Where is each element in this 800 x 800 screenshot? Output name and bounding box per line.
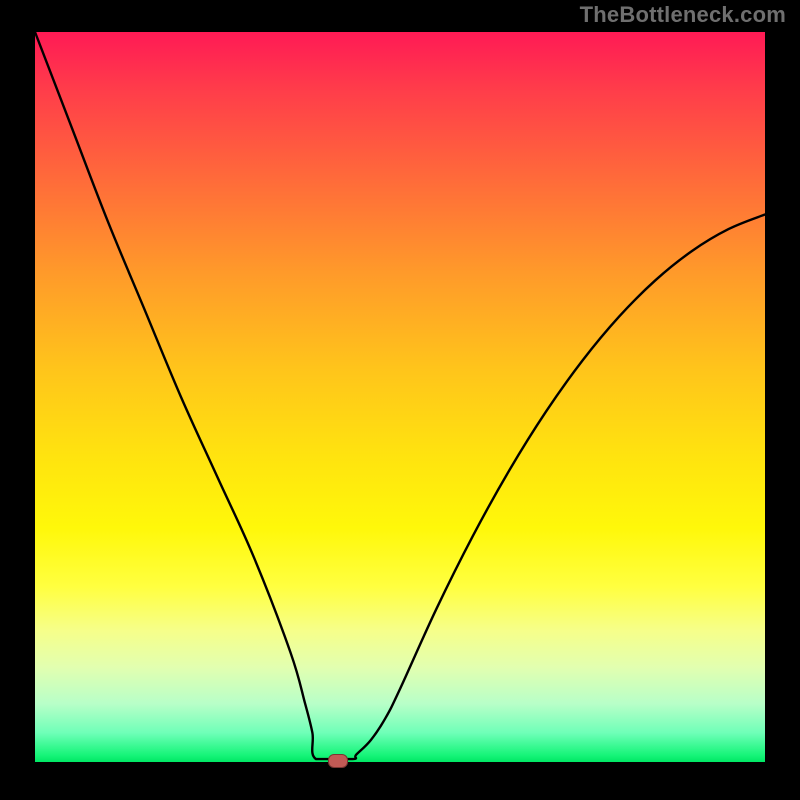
marker-dot: [328, 754, 348, 768]
chart-frame: TheBottleneck.com: [0, 0, 800, 800]
watermark-text: TheBottleneck.com: [580, 2, 786, 28]
bottleneck-curve: [35, 32, 765, 762]
plot-area: [35, 32, 765, 762]
